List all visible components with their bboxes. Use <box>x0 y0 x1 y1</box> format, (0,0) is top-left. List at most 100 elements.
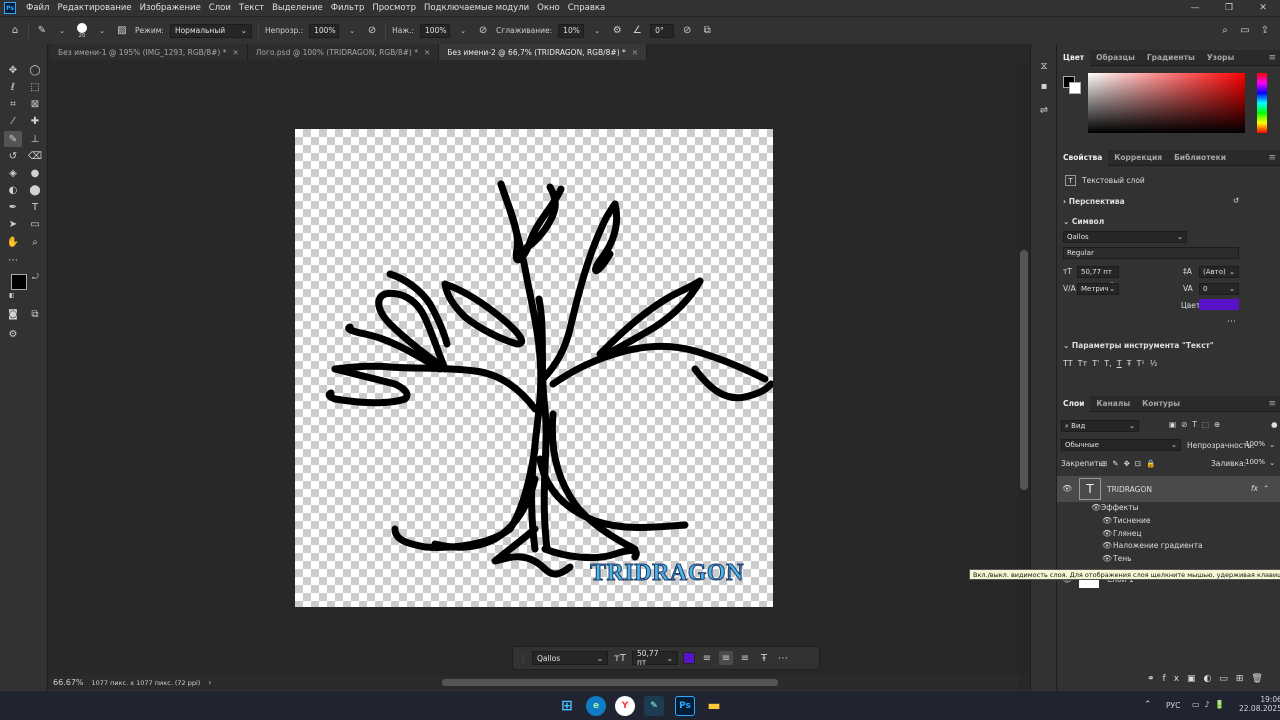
search-icon[interactable]: ⌕ <box>1218 24 1232 38</box>
effect-item[interactable]: Наложение градиента <box>1113 541 1203 550</box>
minimize-button[interactable]: — <box>1178 0 1212 16</box>
small-caps-button[interactable]: Tт <box>1078 359 1088 368</box>
share-icon[interactable]: ⇪ <box>1258 24 1272 38</box>
visibility-eye-icon[interactable]: 👁 <box>1091 503 1101 512</box>
type-tool-icon[interactable]: T <box>26 199 44 215</box>
effect-item[interactable]: Глянец <box>1113 529 1142 538</box>
crop-tool-icon[interactable]: ⌗ <box>4 96 22 112</box>
scrollbar-thumb[interactable] <box>1020 250 1028 490</box>
layer-row-tridragon[interactable]: 👁 T TRIDRAGON fx ⌃ <box>1057 476 1280 502</box>
restore-button[interactable]: ❐ <box>1212 0 1246 16</box>
swap-colors-icon[interactable]: ⤾ <box>32 272 39 282</box>
sponge-tool-icon[interactable]: ⬤ <box>26 182 44 198</box>
tab-document-3[interactable]: Без имени-2 @ 66,7% (TRIDRAGON, RGB/8#) … <box>439 44 648 60</box>
fractions-button[interactable]: ½ <box>1150 359 1158 368</box>
system-tray-icons[interactable]: ▭♪🔋 <box>1192 700 1230 709</box>
panel-menu-icon[interactable]: ≡ <box>1268 399 1276 409</box>
brush-tool-icon[interactable]: ✎ <box>4 131 22 147</box>
effect-item[interactable]: Тень <box>1113 554 1132 563</box>
more-tools-icon[interactable]: ⋯ <box>4 252 22 268</box>
subscript-button[interactable]: T, <box>1104 359 1111 368</box>
chevron-up-icon[interactable]: ⌃ <box>1263 484 1269 493</box>
effect-item[interactable]: Тиснение <box>1113 516 1151 525</box>
visibility-eye-icon[interactable]: 👁 <box>1102 516 1112 525</box>
pressure-size-icon[interactable]: ⊘ <box>680 24 694 38</box>
dodge-tool-icon[interactable]: ◐ <box>4 182 22 198</box>
menu-image[interactable]: Изображение <box>136 3 205 13</box>
fill-input[interactable]: 100% <box>1242 457 1268 469</box>
menu-layers[interactable]: Слои <box>205 3 235 13</box>
scrollbar-thumb[interactable] <box>442 679 778 686</box>
align-right-icon[interactable]: ≡ <box>738 651 752 665</box>
tab-patterns[interactable]: Узоры <box>1201 50 1240 66</box>
frame-tool-icon[interactable]: ⊠ <box>26 96 44 112</box>
edit-toolbar-icon[interactable]: ⚙ <box>4 326 22 342</box>
lasso-tool-icon[interactable]: ℓ <box>4 79 22 95</box>
airbrush-icon[interactable]: ⊘ <box>476 24 490 38</box>
layer-filter-select[interactable]: ⌕ Вид ⌄ <box>1061 420 1139 432</box>
yandex-browser-icon[interactable]: Y <box>615 696 635 716</box>
text-warp-icon[interactable]: Ŧ <box>757 651 771 665</box>
history-brush-icon[interactable]: ↺ <box>4 148 22 164</box>
more-options-icon[interactable]: ⋯ <box>776 651 790 665</box>
panel-menu-icon[interactable]: ≡ <box>1268 153 1276 163</box>
pressure-input[interactable]: 100% <box>420 23 451 38</box>
chevron-down-icon[interactable]: ⌄ <box>590 24 604 38</box>
tracking-input[interactable]: 0 ⌄ <box>1199 283 1239 295</box>
vertical-scrollbar[interactable] <box>1018 60 1030 676</box>
tab-gradients[interactable]: Градиенты <box>1141 50 1201 66</box>
tab-color[interactable]: Цвет <box>1057 49 1091 66</box>
default-colors-icon[interactable]: ◧ <box>9 292 15 299</box>
chevron-down-icon[interactable]: ⌄ <box>345 24 359 38</box>
file-explorer-icon[interactable]: ▬ <box>704 696 724 716</box>
screen-mode-icon[interactable]: ⧉ <box>26 306 44 322</box>
align-left-icon[interactable]: ≡ <box>700 651 714 665</box>
superscript-button[interactable]: T' <box>1092 359 1099 368</box>
underline-button[interactable]: T <box>1117 359 1122 368</box>
blur-tool-icon[interactable]: ● <box>26 165 44 181</box>
start-menu-icon[interactable]: ⊞ <box>557 696 577 716</box>
text-color-swatch[interactable] <box>1199 299 1239 310</box>
visibility-eye-icon[interactable]: 👁 <box>1102 554 1112 563</box>
tab-properties[interactable]: Свойства <box>1057 149 1109 166</box>
color-field[interactable] <box>1088 73 1245 133</box>
filter-toggle-icon[interactable]: ● <box>1271 420 1278 429</box>
hue-slider[interactable] <box>1257 73 1267 133</box>
close-icon[interactable]: ✕ <box>632 48 638 57</box>
menu-view[interactable]: Просмотр <box>368 3 420 13</box>
panel-menu-icon[interactable]: ≡ <box>1268 53 1276 63</box>
tab-document-2[interactable]: Лого.psd @ 100% (TRIDRAGON, RGB/8#) * ✕ <box>247 44 440 60</box>
lock-icons[interactable]: ⊞✎✥⊡🔒 <box>1101 459 1160 468</box>
kerning-select[interactable]: Метрич ⌄ <box>1077 283 1119 295</box>
pressure-opacity-icon[interactable]: ⊘ <box>365 24 379 38</box>
chevron-down-icon[interactable]: ⌄ <box>1269 440 1275 449</box>
tab-adjustments[interactable]: Коррекция <box>1108 150 1168 166</box>
font-style-select[interactable]: Regular <box>1063 247 1239 259</box>
history-panel-icon[interactable]: ⧖ <box>1035 58 1053 74</box>
smoothing-input[interactable]: 10% <box>558 23 585 38</box>
close-button[interactable]: ✕ <box>1246 0 1280 16</box>
move-tool-icon[interactable]: ✥ <box>4 62 22 78</box>
strikethrough-button[interactable]: Ŧ <box>1127 359 1132 368</box>
align-center-icon[interactable]: ≡ <box>719 651 733 665</box>
workspace-icon[interactable]: ▭ <box>1238 24 1252 38</box>
menu-file[interactable]: Файл <box>22 3 53 13</box>
text-tool-params-section[interactable]: ⌄ Параметры инструмента "Текст" <box>1063 341 1214 350</box>
layer-name[interactable]: TRIDRAGON <box>1107 485 1152 494</box>
menu-window[interactable]: Окно <box>533 3 564 13</box>
font-size-select[interactable]: 50,77 пт ⌄ <box>632 649 678 667</box>
eyedropper-icon[interactable]: ⁄ <box>4 113 22 129</box>
hand-tool-icon[interactable]: ✋ <box>4 234 22 250</box>
healing-brush-icon[interactable]: ✚ <box>26 113 44 129</box>
font-select[interactable]: Qallos ⌄ <box>532 651 608 665</box>
text-color-swatch[interactable] <box>683 652 695 664</box>
brush-preset-picker[interactable]: 20 <box>75 22 89 39</box>
gear-icon[interactable]: ⚙ <box>610 24 624 38</box>
brush-tool-icon[interactable]: ✎ <box>35 24 49 38</box>
opacity-input[interactable]: 100% <box>309 23 340 38</box>
menu-select[interactable]: Выделение <box>268 3 327 13</box>
edge-browser-icon[interactable]: e <box>586 696 606 716</box>
tab-layers[interactable]: Слои <box>1057 395 1091 412</box>
language-indicator[interactable]: РУС <box>1166 701 1180 710</box>
tab-paths[interactable]: Контуры <box>1136 396 1186 412</box>
